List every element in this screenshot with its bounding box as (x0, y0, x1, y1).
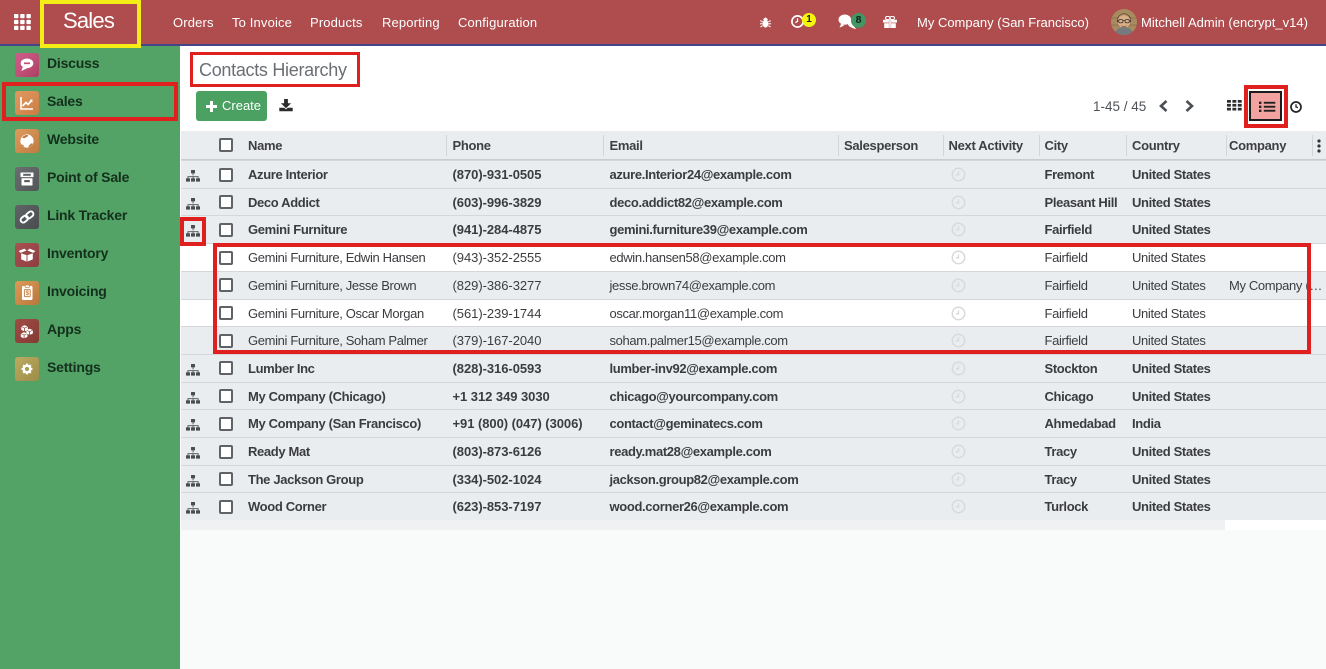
svg-text:$: $ (25, 290, 29, 297)
